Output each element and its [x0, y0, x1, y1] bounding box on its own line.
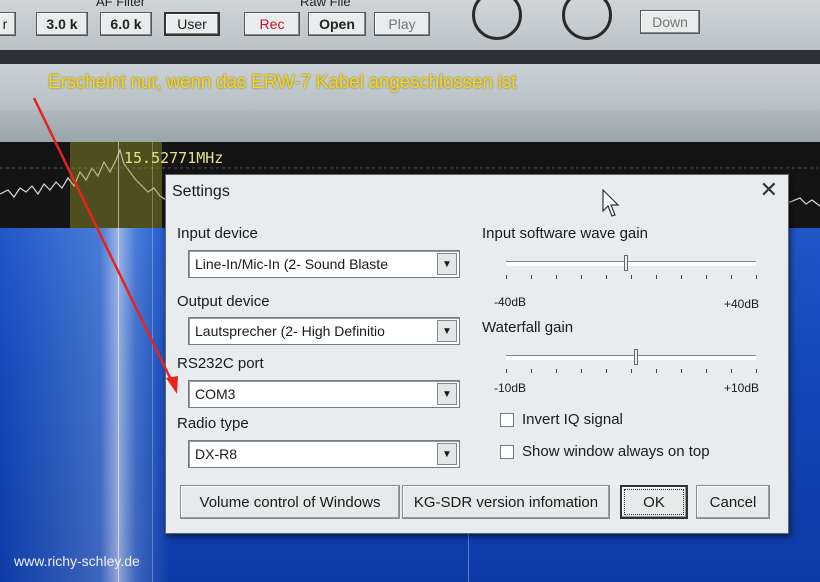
annotation-arrow: [32, 97, 178, 394]
